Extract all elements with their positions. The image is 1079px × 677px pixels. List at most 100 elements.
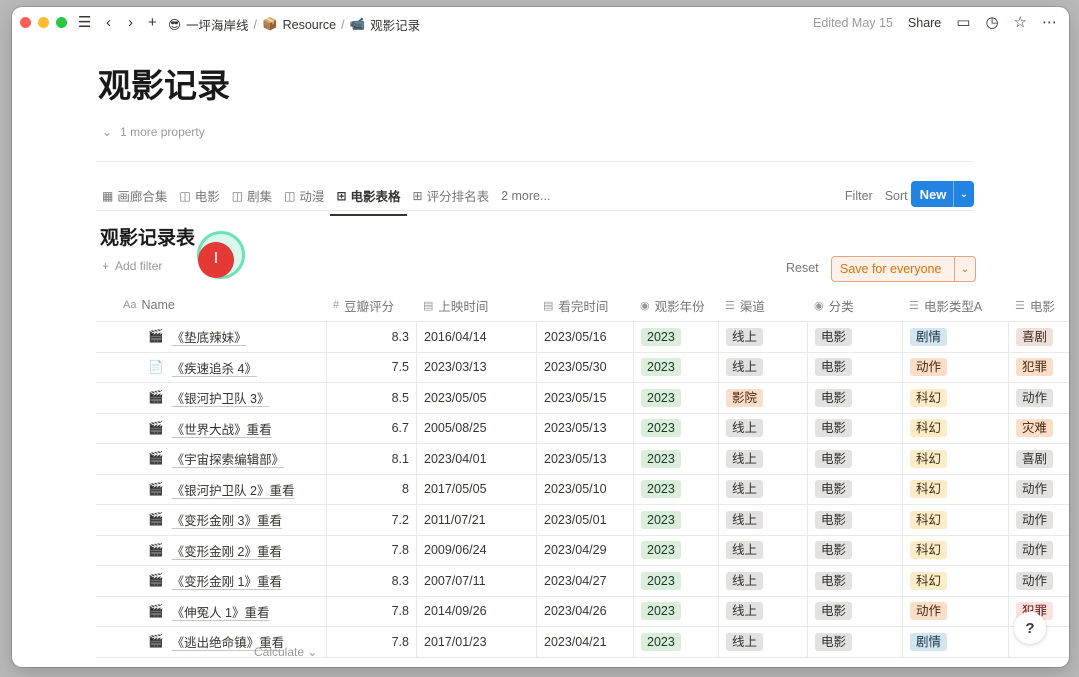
more-options-icon[interactable]: ⋯ [1042, 14, 1057, 32]
rating-cell[interactable]: 7.5 [327, 352, 417, 382]
channel-cell[interactable]: 线上 [719, 444, 808, 474]
rating-cell[interactable]: 7.2 [327, 505, 417, 535]
zoom-window-button[interactable] [56, 17, 67, 28]
channel-cell[interactable]: 线上 [719, 627, 808, 657]
genre-a-cell[interactable]: 动作 [903, 352, 1009, 382]
tab-more-views[interactable]: 2 more... [495, 183, 556, 211]
table-row[interactable]: 📄 《疾速追杀 4》 7.5 2023/03/13 2023/05/30 2023 线上 电影… [96, 352, 1069, 383]
table-row[interactable]: 🎬 《变形金刚 2》重看 7.8 2009/06/24 2023/04/29 2023 线上… [96, 535, 1069, 566]
finished-date-cell[interactable]: 2023/05/16 [537, 322, 634, 352]
help-button[interactable]: ? [1014, 612, 1046, 644]
release-date-cell[interactable]: 2023/03/13 [417, 352, 537, 382]
watch-year-cell[interactable]: 2023 [634, 596, 719, 626]
tab-rating-ranking-table[interactable]: ⊞ 评分排名表 [407, 183, 496, 211]
watch-year-cell[interactable]: 2023 [634, 505, 719, 535]
breadcrumb-item-current-page[interactable]: 📹 观影记录 [350, 15, 421, 34]
movie-title[interactable]: 《银河护卫队 3》 [172, 388, 270, 407]
comments-icon[interactable]: ▭ [956, 14, 970, 32]
release-date-cell[interactable]: 2023/05/05 [417, 383, 537, 413]
tab-series-board[interactable]: ◫ 剧集 [226, 183, 278, 211]
category-cell[interactable]: 电影 [808, 444, 903, 474]
column-header-genre-b[interactable]: ☰ 电影 [1009, 289, 1069, 321]
genre-b-cell[interactable]: 灾难 [1009, 414, 1069, 444]
tab-movie-table[interactable]: ⊞ 电影表格 [330, 183, 407, 216]
finished-date-cell[interactable]: 2023/05/30 [537, 352, 634, 382]
watch-year-cell[interactable]: 2023 [634, 474, 719, 504]
close-window-button[interactable] [20, 17, 31, 28]
filter-button[interactable]: Filter [845, 189, 873, 203]
column-header-release-date[interactable]: ▤ 上映时间 [417, 289, 537, 321]
breadcrumb-item-resource[interactable]: 📦 Resource [262, 17, 336, 32]
watch-year-cell[interactable]: 2023 [634, 383, 719, 413]
category-cell[interactable]: 电影 [808, 383, 903, 413]
column-header-watch-year[interactable]: ◉ 观影年份 [634, 289, 719, 321]
genre-a-cell[interactable]: 科幻 [903, 474, 1009, 504]
genre-a-cell[interactable]: 剧情 [903, 322, 1009, 352]
table-row[interactable]: 🎬 《变形金刚 1》重看 8.3 2007/07/11 2023/04/27 2023 线上… [96, 566, 1069, 597]
channel-cell[interactable]: 线上 [719, 352, 808, 382]
channel-cell[interactable]: 线上 [719, 596, 808, 626]
new-button[interactable]: New ⌄ [911, 181, 974, 207]
forward-arrow-icon[interactable]: › [128, 14, 133, 32]
watch-year-cell[interactable]: 2023 [634, 627, 719, 657]
rating-cell[interactable]: 7.8 [327, 535, 417, 565]
finished-date-cell[interactable]: 2023/04/29 [537, 535, 634, 565]
movie-title[interactable]: 《变形金刚 2》重看 [172, 541, 282, 560]
channel-cell[interactable]: 线上 [719, 322, 808, 352]
genre-b-cell[interactable]: 动作 [1009, 536, 1069, 566]
finished-date-cell[interactable]: 2023/04/26 [537, 596, 634, 626]
name-cell[interactable]: 🎬 《垫底辣妹》 [96, 322, 327, 352]
channel-cell[interactable]: 线上 [719, 535, 808, 565]
chevron-down-icon[interactable]: ⌄ [954, 257, 975, 281]
finished-date-cell[interactable]: 2023/05/10 [537, 474, 634, 504]
finished-date-cell[interactable]: 2023/05/15 [537, 383, 634, 413]
name-cell[interactable]: 🎬 《银河护卫队 2》重看 [96, 474, 327, 504]
finished-date-cell[interactable]: 2023/05/13 [537, 413, 634, 443]
add-filter-button[interactable]: + Add filter [102, 259, 162, 273]
new-page-plus-icon[interactable]: + [148, 14, 157, 32]
release-date-cell[interactable]: 2014/09/26 [417, 596, 537, 626]
sort-button[interactable]: Sort [885, 189, 908, 203]
movie-title[interactable]: 《疾速追杀 4》 [172, 358, 257, 377]
movie-title[interactable]: 《伸冤人 1》重看 [172, 602, 270, 621]
release-date-cell[interactable]: 2009/06/24 [417, 535, 537, 565]
column-header-finished-date[interactable]: ▤ 看完时间 [537, 289, 634, 321]
history-clock-icon[interactable]: ◷ [985, 14, 998, 32]
share-button[interactable]: Share [908, 16, 941, 30]
name-cell[interactable]: 🎬 《变形金刚 2》重看 [96, 535, 327, 565]
release-date-cell[interactable]: 2017/05/05 [417, 474, 537, 504]
table-row[interactable]: 🎬 《世界大战》重看 6.7 2005/08/25 2023/05/13 2023 线上 电影… [96, 413, 1069, 444]
finished-date-cell[interactable]: 2023/05/13 [537, 444, 634, 474]
chevron-down-icon[interactable]: ⌄ [953, 181, 974, 207]
name-cell[interactable]: 🎬 《世界大战》重看 [96, 413, 327, 443]
finished-date-cell[interactable]: 2023/05/01 [537, 505, 634, 535]
genre-b-cell[interactable]: 喜剧 [1009, 444, 1069, 474]
channel-cell[interactable]: 影院 [719, 383, 808, 413]
column-header-rating[interactable]: # 豆瓣评分 [327, 289, 417, 321]
table-row[interactable]: 🎬 《银河护卫队 3》 8.5 2023/05/05 2023/05/15 2023 影院 电… [96, 383, 1069, 414]
movie-title[interactable]: 《垫底辣妹》 [172, 327, 247, 346]
finished-date-cell[interactable]: 2023/04/21 [537, 627, 634, 657]
save-for-everyone-button[interactable]: Save for everyone ⌄ [831, 256, 976, 282]
channel-cell[interactable]: 线上 [719, 413, 808, 443]
genre-a-cell[interactable]: 动作 [903, 596, 1009, 626]
column-header-genre-a[interactable]: ☰ 电影类型A [903, 289, 1009, 321]
category-cell[interactable]: 电影 [808, 535, 903, 565]
category-cell[interactable]: 电影 [808, 566, 903, 596]
tab-movies-board[interactable]: ◫ 电影 [173, 183, 225, 211]
table-row[interactable]: 🎬 《银河护卫队 2》重看 8 2017/05/05 2023/05/10 2023 线上 电… [96, 474, 1069, 505]
name-cell[interactable]: 🎬 《变形金刚 1》重看 [96, 566, 327, 596]
breadcrumb-item-workspace[interactable]: 😎 一坪海岸线 [168, 15, 249, 34]
movie-title[interactable]: 《变形金刚 1》重看 [172, 571, 282, 590]
release-date-cell[interactable]: 2016/04/14 [417, 322, 537, 352]
release-date-cell[interactable]: 2023/04/01 [417, 444, 537, 474]
watch-year-cell[interactable]: 2023 [634, 413, 719, 443]
release-date-cell[interactable]: 2011/07/21 [417, 505, 537, 535]
watch-year-cell[interactable]: 2023 [634, 444, 719, 474]
genre-a-cell[interactable]: 科幻 [903, 505, 1009, 535]
category-cell[interactable]: 电影 [808, 596, 903, 626]
column-header-name[interactable]: Aa Name [96, 289, 327, 321]
rating-cell[interactable]: 8.3 [327, 566, 417, 596]
table-row[interactable]: 🎬 《垫底辣妹》 8.3 2016/04/14 2023/05/16 2023 线上 电影 剧情… [96, 322, 1069, 353]
category-cell[interactable]: 电影 [808, 352, 903, 382]
